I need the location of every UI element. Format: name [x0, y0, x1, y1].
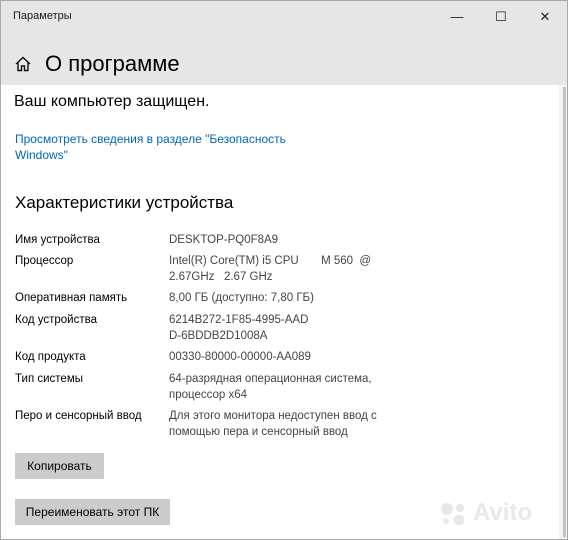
maximize-button[interactable]: ☐ — [479, 1, 523, 33]
protection-status: Ваш компьютер защищен. — [14, 93, 210, 110]
spec-label: Перо и сенсорный ввод — [15, 410, 142, 422]
spec-value: 8,00 ГБ (доступно: 7,80 ГБ) — [169, 292, 314, 304]
spec-value: Для этого монитора недоступен ввод с пом… — [169, 410, 377, 438]
scrollbar-thumb[interactable] — [563, 87, 566, 537]
spec-value: DESKTOP-PQ0F8A9 — [169, 234, 279, 246]
rename-pc-button[interactable]: Переименовать этот ПК — [15, 499, 170, 525]
watermark-text: Avito — [473, 499, 533, 526]
section-title: Характеристики устройства — [15, 193, 234, 212]
avito-logo-icon — [441, 503, 465, 526]
spec-label: Процессор — [15, 255, 74, 267]
spec-label: Оперативная память — [15, 292, 128, 304]
spec-value: 00330-80000-00000-AA089 — [169, 351, 311, 363]
home-icon[interactable] — [14, 55, 32, 78]
settings-window: Параметры — ☐ ✕ О программе Ваш компьюте… — [0, 0, 568, 540]
avito-watermark: Avito — [439, 499, 555, 529]
spec-label: Тип системы — [15, 373, 83, 385]
spec-value: 64-разрядная операционная система, проце… — [169, 373, 372, 401]
spec-label: Имя устройства — [15, 234, 100, 246]
main-content: Ваш компьютер защищен. Просмотреть сведе… — [1, 85, 559, 539]
page-title: О программе — [45, 51, 180, 76]
copy-button[interactable]: Копировать — [15, 453, 104, 479]
spec-label: Код устройства — [15, 314, 97, 326]
close-button[interactable]: ✕ — [523, 1, 567, 33]
security-details-link[interactable]: Просмотреть сведения в разделе "Безопасн… — [15, 131, 305, 163]
minimize-button[interactable]: — — [435, 1, 479, 33]
spec-value: Intel(R) Core(TM) i5 CPU M 560 @ 2.67GHz… — [169, 255, 375, 283]
window-title: Параметры — [13, 10, 72, 22]
page-header: О программе — [1, 33, 567, 85]
spec-label: Код продукта — [15, 351, 86, 363]
title-bar: Параметры — ☐ ✕ — [1, 1, 567, 33]
spec-value: 6214B272-1F85-4995-AADD-6BDDB2D1008A — [169, 314, 309, 342]
